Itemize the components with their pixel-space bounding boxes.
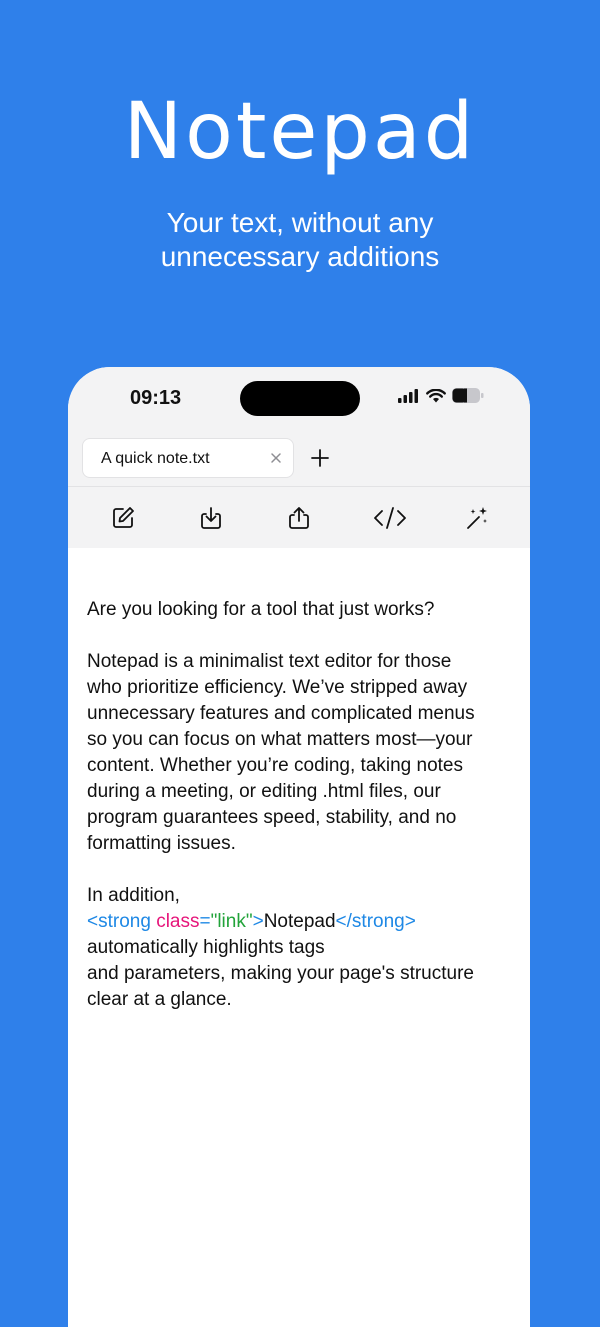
- tab-a-quick-note[interactable]: A quick note.txt: [82, 438, 294, 478]
- editor-line: program guarantees speed, stability, and…: [87, 807, 457, 828]
- editor-line: who prioritize efficiency. We’ve strippe…: [87, 677, 468, 698]
- plus-icon[interactable]: [310, 448, 330, 468]
- code-attr-name: class: [156, 911, 200, 932]
- magic-wand-icon[interactable]: [464, 505, 490, 531]
- code-open-tag-end: >: [252, 911, 264, 932]
- tab-label: A quick note.txt: [101, 450, 210, 467]
- code-close-tag: </strong>: [335, 911, 416, 932]
- status-time: 09:13: [130, 387, 182, 409]
- status-icons: [398, 388, 484, 403]
- code-equals: =: [199, 911, 211, 932]
- edit-icon[interactable]: [110, 505, 136, 531]
- download-icon[interactable]: [198, 505, 224, 531]
- dynamic-island: [240, 381, 360, 416]
- code-open-tag: <strong: [87, 911, 157, 932]
- wifi-icon: [426, 388, 446, 402]
- editor-line: so you can focus on what matters most—yo…: [87, 729, 473, 750]
- hero-subtitle-line-2: unnecessary additions: [160, 241, 440, 272]
- close-icon[interactable]: [269, 451, 283, 465]
- editor-line: clear at a glance.: [87, 989, 232, 1010]
- editor-line: Are you looking for a tool that just wor…: [87, 599, 435, 620]
- editor-line: In addition,: [87, 885, 180, 906]
- editor-line: formatting issues.: [87, 833, 236, 854]
- share-icon[interactable]: [286, 505, 312, 531]
- editor-content[interactable]: Are you looking for a tool that just wor…: [87, 597, 512, 1013]
- code-attr-value: "link": [210, 911, 253, 932]
- hero-subtitle: Your text, without any unnecessary addit…: [0, 206, 600, 274]
- editor-line: content. Whether you’re coding, taking n…: [87, 755, 464, 776]
- phone-frame: 09:13 A quick note.txt Are you looking f…: [68, 367, 530, 1327]
- code-line: <strong class="link">Notepad</strong>: [87, 909, 512, 935]
- hero-title: Notepad: [123, 87, 477, 177]
- editor-line: automatically highlights tags: [87, 937, 325, 958]
- toolbar-divider: [68, 486, 530, 487]
- hero-subtitle-line-1: Your text, without any: [166, 207, 434, 238]
- cellular-signal-icon: [398, 388, 418, 403]
- editor-line: Notepad is a minimalist text editor for …: [87, 651, 452, 672]
- editor-line: during a meeting, or editing .html files…: [87, 781, 441, 802]
- editor-line: unnecessary features and complicated men…: [87, 703, 475, 724]
- app-chrome: 09:13 A quick note.txt: [68, 367, 530, 548]
- code-inner-text: Notepad: [263, 911, 336, 932]
- code-icon[interactable]: [373, 505, 407, 531]
- editor-line: and parameters, making your page's struc…: [87, 963, 474, 984]
- battery-icon: [452, 388, 484, 403]
